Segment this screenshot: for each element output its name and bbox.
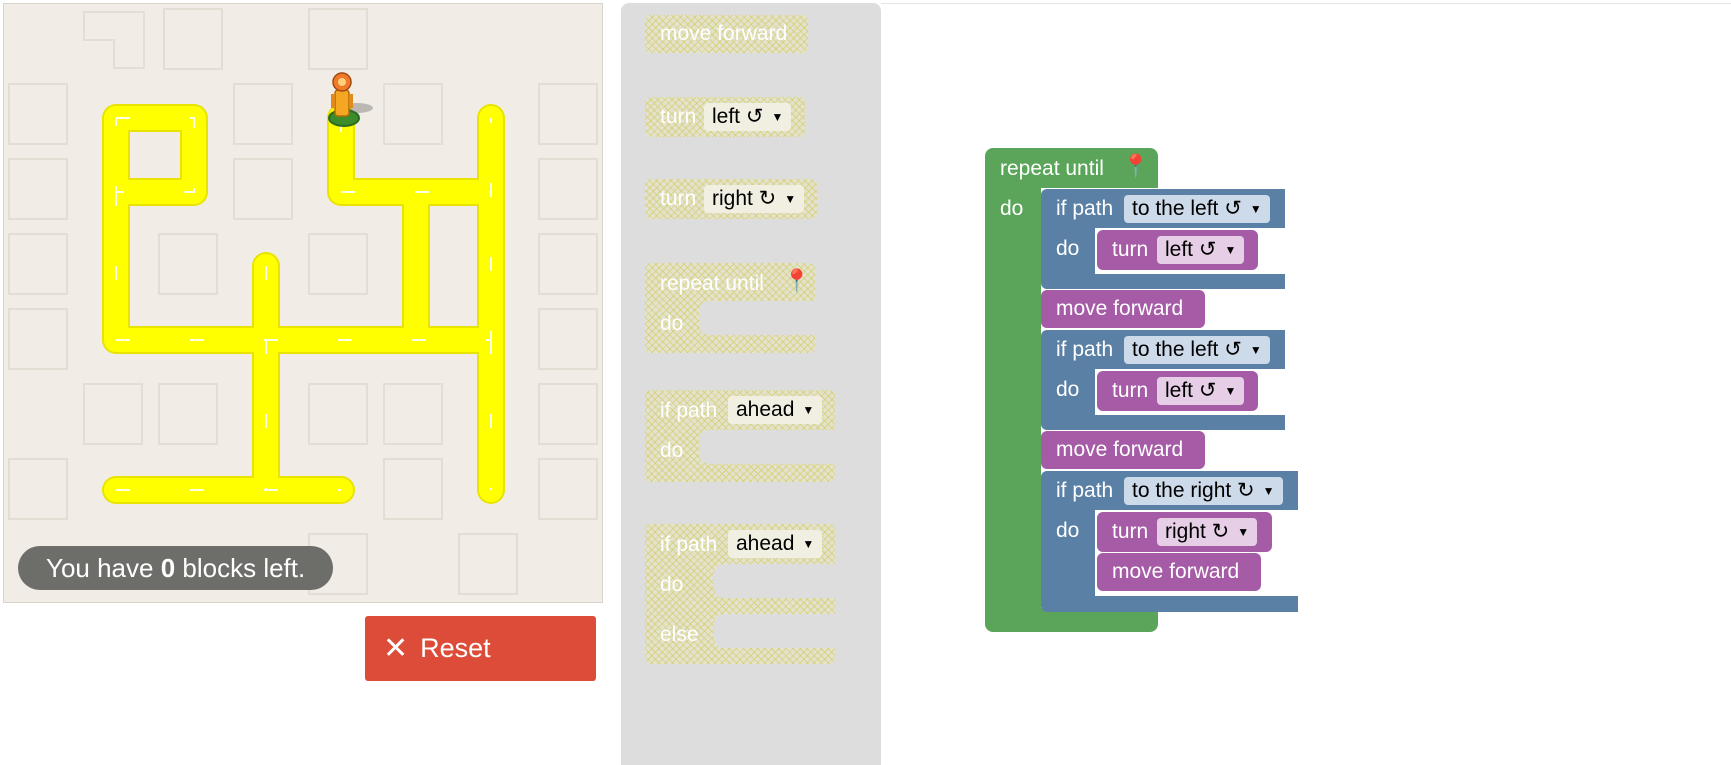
block-label: if path <box>660 399 718 422</box>
dropdown-value: ahead <box>736 532 795 555</box>
path-direction-dropdown[interactable]: ahead ▼ <box>728 530 823 558</box>
reset-label: Reset <box>420 633 491 663</box>
block-label: repeat until <box>1000 157 1104 180</box>
block-label: if path <box>1056 197 1114 220</box>
direction-dropdown[interactable]: right ↻ ▼ <box>704 185 805 213</box>
toolbox-if-path-block[interactable]: if path ahead ▼ do <box>645 390 835 482</box>
dropdown-arrow-icon: ▼ <box>784 192 797 206</box>
do-label: do <box>1056 237 1080 260</box>
dropdown-value: left ↺ <box>712 105 764 128</box>
dropdown-value: right ↻ <box>1165 520 1230 543</box>
move-forward-block-3[interactable]: move forward <box>1097 553 1261 591</box>
dropdown-value: to the left ↺ <box>1132 338 1242 361</box>
dropdown-value: to the right ↻ <box>1132 479 1255 502</box>
toolbox-repeat-until-block[interactable]: repeat until 📍 do <box>645 263 815 353</box>
dropdown-value: right ↻ <box>712 187 777 210</box>
capacity-suffix: blocks left. <box>175 553 306 583</box>
pegman-icon <box>331 72 353 117</box>
statement-slot <box>699 301 815 335</box>
dropdown-value: to the left ↺ <box>1132 197 1242 220</box>
block-label: if path <box>660 533 718 556</box>
dropdown-arrow-icon: ▼ <box>1224 243 1237 257</box>
path-direction-dropdown[interactable]: to the right ↻ ▼ <box>1124 477 1283 505</box>
direction-dropdown[interactable]: right ↻ ▼ <box>1157 518 1258 546</box>
turn-right-block[interactable]: turn right ↻ ▼ <box>1097 512 1272 552</box>
path-direction-dropdown[interactable]: to the left ↺ ▼ <box>1124 195 1270 223</box>
block-label: turn <box>660 105 697 128</box>
reset-button[interactable]: ✕ Reset <box>365 616 596 681</box>
else-slot <box>714 614 835 648</box>
toolbox-move-forward-block[interactable]: move forward <box>645 15 808 53</box>
map-pin-icon: 📍 <box>783 268 811 293</box>
turn-left-block-2[interactable]: turn left ↺ ▼ <box>1097 371 1258 411</box>
dropdown-arrow-icon: ▼ <box>1262 484 1275 498</box>
block-label: move forward <box>660 22 788 45</box>
dropdown-value: left ↺ <box>1165 238 1217 261</box>
dropdown-arrow-icon: ▼ <box>1249 343 1262 357</box>
blocks-left-label: You have 0 blocks left. <box>18 546 334 590</box>
do-label: do <box>1056 519 1080 542</box>
dropdown-arrow-icon: ▼ <box>802 403 815 417</box>
else-label: else <box>660 623 699 646</box>
path-direction-dropdown[interactable]: ahead ▼ <box>728 396 823 424</box>
block-label: turn <box>660 187 697 210</box>
toolbox-turn-left-block[interactable]: turn left ↺ ▼ <box>645 97 805 137</box>
dropdown-arrow-icon: ▼ <box>1237 525 1250 539</box>
close-icon: ✕ <box>383 632 409 665</box>
direction-dropdown[interactable]: left ↺ ▼ <box>1157 377 1245 405</box>
toolbox-turn-right-block[interactable]: turn right ↻ ▼ <box>645 179 817 219</box>
direction-dropdown[interactable]: left ↺ ▼ <box>1157 236 1245 264</box>
move-forward-block-1[interactable]: move forward <box>1041 290 1205 328</box>
do-slot <box>714 564 835 598</box>
block-label: turn <box>1112 520 1149 543</box>
block-label: turn <box>1112 379 1149 402</box>
direction-dropdown[interactable]: left ↺ ▼ <box>704 103 792 131</box>
move-forward-block-2[interactable]: move forward <box>1041 431 1205 469</box>
do-label: do <box>660 312 684 335</box>
toolbox-if-else-block[interactable]: if path ahead ▼ do else <box>645 524 835 664</box>
block-label: if path <box>1056 338 1114 361</box>
capacity-prefix: You have <box>46 553 161 583</box>
block-label: turn <box>1112 238 1149 261</box>
map-pin-icon: 📍 <box>1122 153 1150 178</box>
block-label: move forward <box>1056 438 1184 461</box>
dropdown-arrow-icon: ▼ <box>802 537 815 551</box>
do-label: do <box>1056 378 1080 401</box>
dropdown-arrow-icon: ▼ <box>1224 384 1237 398</box>
dropdown-value: left ↺ <box>1165 379 1217 402</box>
do-label: do <box>660 573 684 596</box>
do-label: do <box>660 439 684 462</box>
dropdown-value: ahead <box>736 398 795 421</box>
dropdown-arrow-icon: ▼ <box>1249 202 1262 216</box>
workspace-border <box>881 3 1731 4</box>
block-label: repeat until <box>660 272 764 295</box>
maze-path <box>8 8 598 595</box>
capacity-count: 0 <box>160 553 176 583</box>
block-label: if path <box>1056 479 1114 502</box>
dropdown-arrow-icon: ▼ <box>771 110 784 124</box>
maze-board <box>3 3 603 603</box>
statement-slot <box>699 430 835 464</box>
turn-left-block-1[interactable]: turn left ↺ ▼ <box>1097 230 1258 270</box>
path-direction-dropdown[interactable]: to the left ↺ ▼ <box>1124 336 1270 364</box>
block-label: move forward <box>1056 297 1184 320</box>
block-label: move forward <box>1112 560 1240 583</box>
do-label: do <box>1000 197 1024 220</box>
